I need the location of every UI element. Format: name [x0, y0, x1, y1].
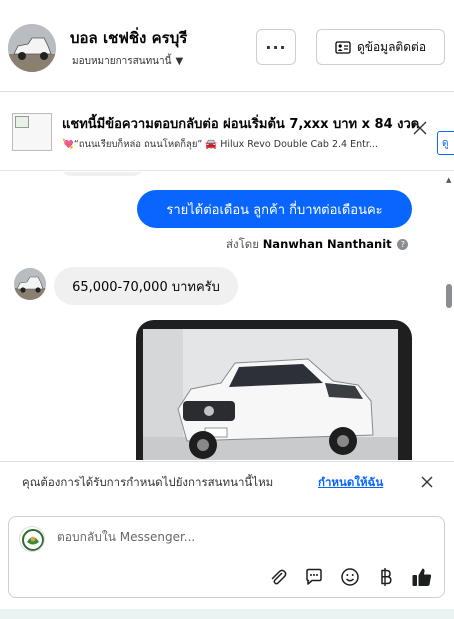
ad-text: 💘“ถนนเรียบก็หล่อ ถนนโหดก็ลุย” 🚘 Hilux Re… [62, 139, 378, 150]
help-icon[interactable]: ? [397, 239, 409, 250]
view-contact-label: ดูข้อมูลติดต่อ [356, 39, 427, 54]
vehicle-photo-message[interactable] [136, 320, 412, 460]
chat-bubble-icon[interactable] [303, 566, 325, 588]
caret-down-icon: ▼ [175, 56, 184, 67]
assign-to-me-link[interactable]: กำหนดให้ฉัน [318, 474, 383, 492]
ad-title: แชทนี้มีข้อความตอบกลับต่อ ผ่อนเริ่มต้น 7… [62, 117, 420, 132]
previous-message-bubble [60, 172, 144, 176]
page-name[interactable]: บอล เชฟชิ่ง ครบุรี [70, 26, 187, 50]
ad-thumbnail [12, 113, 52, 151]
view-contact-button[interactable]: ดูข้อมูลติดต่อ [316, 29, 445, 65]
close-icon[interactable] [420, 474, 434, 493]
assign-banner-text: คุณต้องการได้รับการกำหนดไปยังการสนทนานี้… [22, 475, 274, 489]
sender-avatar [14, 268, 46, 300]
smiley-icon[interactable] [339, 566, 361, 588]
page-avatar-small [19, 526, 45, 552]
sent-by-prefix: ส่งโดย [226, 237, 260, 251]
assign-banner: คุณต้องการได้รับการกำหนดไปยังการสนทนานี้… [0, 461, 454, 501]
paperclip-icon[interactable] [267, 566, 289, 588]
bottom-edge [0, 609, 454, 619]
assign-conversation-dropdown[interactable]: มอบหมายการสนทนานี้ ▼ [72, 54, 183, 69]
ad-view-button[interactable]: ดู [437, 131, 454, 155]
chat-scrollbar[interactable] [446, 284, 452, 308]
page-avatar[interactable] [8, 24, 56, 72]
thumbs-up-icon[interactable] [411, 566, 433, 588]
sender-name: Nanwhan Nanthanit [262, 237, 392, 251]
contact-card-icon [335, 40, 351, 54]
outgoing-message[interactable]: รายได้ต่อเดือน ลูกค้า กี่บาทต่อเดือนคะ [137, 190, 412, 228]
reply-input[interactable] [57, 530, 417, 544]
assign-label: มอบหมายการสนทนานี้ [72, 56, 172, 67]
pickup-truck-photo [143, 329, 398, 460]
message-thread[interactable]: รายได้ต่อเดือน ลูกค้า กี่บาทต่อเดือนคะ ส… [0, 172, 454, 460]
scroll-up-arrow-icon[interactable]: ▲ [446, 176, 451, 184]
baht-icon[interactable] [375, 566, 397, 588]
more-options-button[interactable]: ··· [256, 29, 296, 65]
conversation-header: บอล เชฟชิ่ง ครบุรี มอบหมายการสนทนานี้ ▼ ·… [0, 0, 454, 92]
close-icon[interactable] [410, 118, 430, 142]
incoming-message[interactable]: 65,000-70,000 บาทครับ [54, 267, 238, 305]
ad-context-card[interactable]: แชทนี้มีข้อความตอบกลับต่อ ผ่อนเริ่มต้น 7… [0, 93, 454, 171]
message-composer [8, 516, 445, 598]
sent-by-label: ส่งโดย Nanwhan Nanthanit ? [226, 236, 409, 254]
